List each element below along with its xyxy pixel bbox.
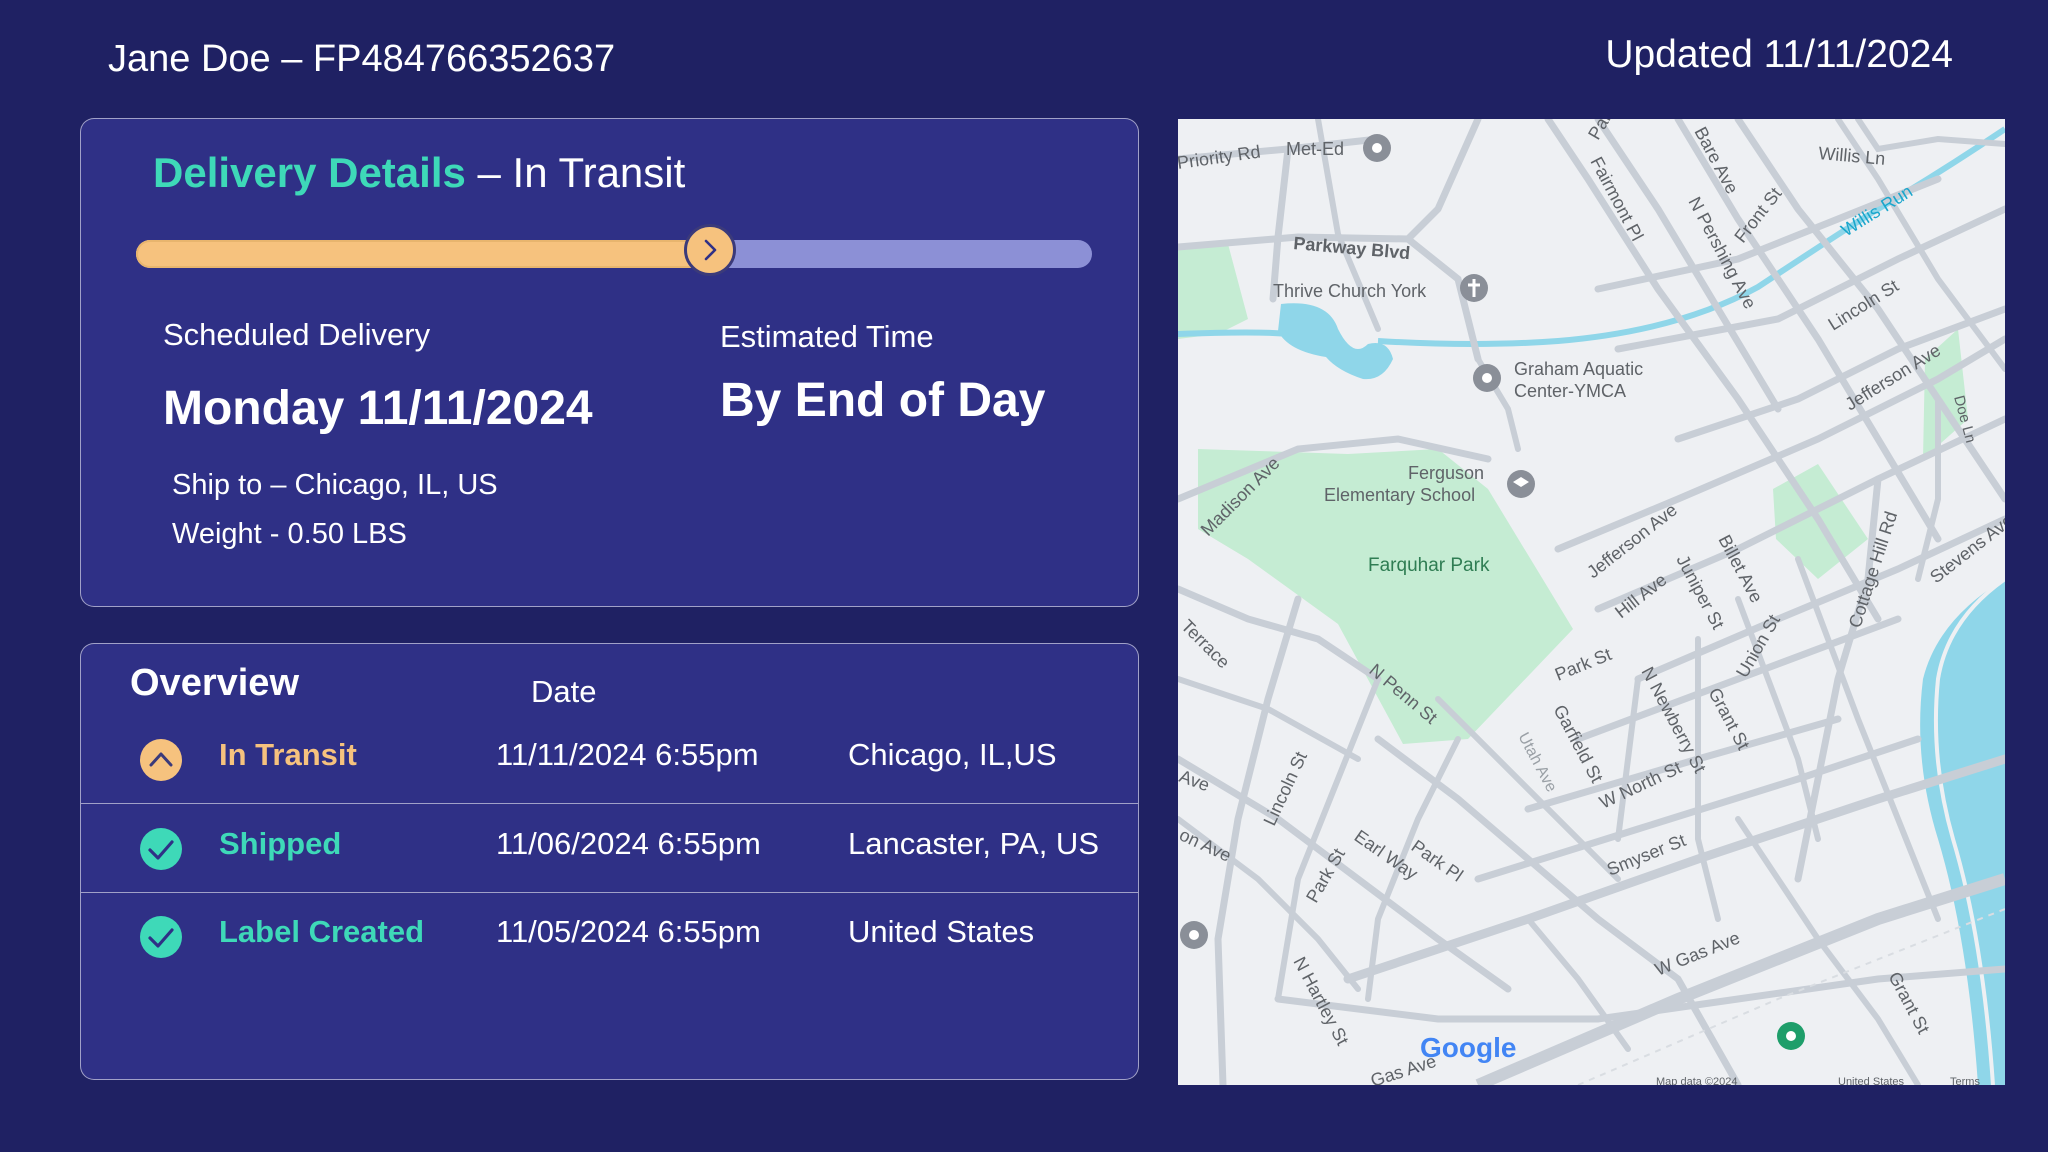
svg-text:Park St: Park St [1552, 644, 1614, 685]
tracking-event-row: Label Created 11/05/2024 6:55pm United S… [81, 892, 1138, 980]
svg-text:Billet Ave: Billet Ave [1714, 531, 1766, 605]
tracking-event-row: In Transit 11/11/2024 6:55pm Chicago, IL… [81, 715, 1138, 804]
river [1920, 579, 2005, 1085]
event-status: Shipped [219, 826, 342, 861]
event-status: In Transit [219, 737, 357, 772]
delivery-status-title: – In Transit [465, 149, 686, 196]
customer-tracking-title: Jane Doe – FP484766352637 [108, 38, 616, 80]
event-status: Label Created [219, 914, 425, 949]
svg-text:Ferguson: Ferguson [1408, 463, 1484, 483]
map-canvas[interactable]: Priority Rd Met-Ed Park Bare Ave Willis … [1178, 119, 2005, 1085]
delivery-details-heading: Delivery Details – In Transit [153, 149, 685, 197]
map-pin-icon[interactable] [1507, 470, 1535, 498]
event-location: United States [848, 914, 1035, 949]
chevron-right-icon [704, 239, 716, 261]
svg-text:Jefferson Ave: Jefferson Ave [1583, 500, 1681, 583]
event-date: 11/05/2024 6:55pm [496, 914, 761, 949]
overview-title: Overview [130, 662, 299, 704]
park-area [1178, 244, 1248, 339]
svg-text:Garfield St: Garfield St [1549, 701, 1607, 785]
svg-text:Thrive Church York: Thrive Church York [1273, 281, 1427, 301]
event-date: 11/06/2024 6:55pm [496, 826, 761, 861]
pond [1278, 303, 1393, 380]
svg-text:Farquhar Park: Farquhar Park [1368, 555, 1490, 576]
svg-text:Grant St: Grant St [1704, 684, 1753, 753]
map-pin-icon[interactable] [1363, 134, 1391, 162]
check-circle-icon [140, 828, 182, 870]
scheduled-delivery-label: Scheduled Delivery [163, 317, 431, 352]
svg-text:Park Pl: Park Pl [1408, 836, 1467, 886]
estimated-time-value: By End of Day [720, 374, 1046, 427]
map-pin-icon[interactable] [1473, 364, 1501, 392]
road-network [1178, 119, 2005, 1085]
svg-text:United States: United States [1838, 1076, 1905, 1085]
check-circle-icon [140, 916, 182, 958]
weight-text: Weight - 0.50 LBS [172, 518, 407, 550]
svg-text:Willis Run: Willis Run [1838, 181, 1916, 240]
estimated-time-label: Estimated Time [720, 319, 934, 354]
delivery-progress-fill [136, 240, 710, 268]
rail-line [1577, 908, 2005, 1085]
google-logo: Google [1420, 1032, 1516, 1063]
delivery-details-card: Delivery Details – In Transit Scheduled … [80, 118, 1139, 607]
progress-marker [683, 224, 736, 276]
overview-card: Overview Date In Transit 11/11/2024 6:55… [80, 643, 1139, 1080]
svg-text:Center-YMCA: Center-YMCA [1514, 381, 1626, 401]
updated-timestamp: Updated 11/11/2024 [1605, 33, 1953, 76]
svg-text:Map data ©2024: Map data ©2024 [1656, 1076, 1738, 1085]
date-column-header: Date [531, 674, 597, 709]
svg-text:Terrace: Terrace [1178, 616, 1234, 673]
svg-text:Ave: Ave [1178, 766, 1212, 795]
svg-text:Met-Ed: Met-Ed [1286, 139, 1344, 159]
delivery-map[interactable]: Priority Rd Met-Ed Park Bare Ave Willis … [1178, 119, 2005, 1085]
tracking-event-row: Shipped 11/06/2024 6:55pm Lancaster, PA,… [81, 804, 1138, 893]
event-date: 11/11/2024 6:55pm [496, 737, 759, 772]
svg-text:W Gas Ave: W Gas Ave [1652, 928, 1743, 980]
event-location: Chicago, IL,US [848, 737, 1057, 772]
event-location: Lancaster, PA, US [848, 826, 1099, 861]
svg-text:Graham Aquatic: Graham Aquatic [1514, 359, 1643, 379]
map-pin-icon[interactable] [1777, 1022, 1805, 1050]
svg-text:Priority Rd: Priority Rd [1178, 141, 1262, 172]
map-pin-icon[interactable] [1460, 274, 1488, 302]
svg-text:Elementary School: Elementary School [1324, 485, 1475, 505]
delivery-dashboard: Jane Doe – FP484766352637 Updated 11/11/… [0, 0, 2048, 1152]
svg-text:Lincoln St: Lincoln St [1259, 749, 1311, 829]
chevron-up-circle-icon [140, 739, 182, 781]
svg-text:Terms: Terms [1950, 1076, 1980, 1085]
ship-to-text: Ship to – Chicago, IL, US [172, 469, 498, 501]
svg-text:on Ave: on Ave [1178, 824, 1234, 865]
delivery-details-title: Delivery Details [153, 149, 466, 196]
map-pin-icon[interactable] [1180, 921, 1208, 949]
scheduled-delivery-value: Monday 11/11/2024 [163, 382, 593, 435]
delivery-progress-bar [136, 240, 1092, 268]
